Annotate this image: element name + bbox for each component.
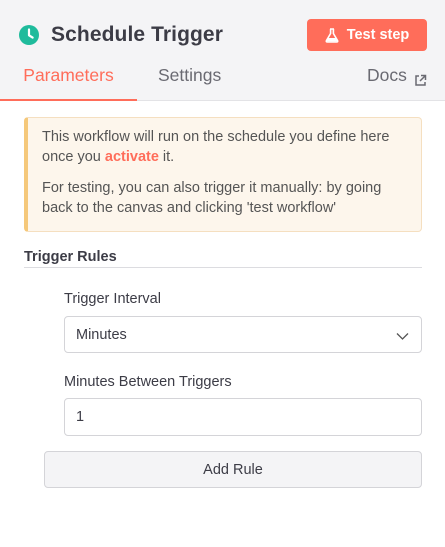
tab-settings[interactable]: Settings [158,65,221,101]
flask-icon [325,27,339,43]
trigger-interval-select[interactable]: Minutes [64,316,422,353]
tab-docs[interactable]: Docs [367,65,427,101]
title-row: Schedule Trigger [18,20,223,50]
tab-docs-label: Docs [367,65,407,85]
minutes-between-triggers-input[interactable] [64,398,422,436]
schedule-info-notice: This workflow will run on the schedule y… [24,117,422,232]
node-title[interactable]: Schedule Trigger [51,23,223,47]
external-link-icon [414,71,427,86]
tab-parameters[interactable]: Parameters [0,65,137,101]
test-step-label: Test step [346,27,410,43]
minutes-between-triggers-label: Minutes Between Triggers [64,374,232,390]
chevron-down-icon [396,329,409,340]
test-step-button[interactable]: Test step [307,19,427,51]
clock-icon [18,24,40,46]
section-title-trigger-rules: Trigger Rules [24,249,117,265]
add-rule-button[interactable]: Add Rule [44,451,422,488]
trigger-interval-label: Trigger Interval [64,291,161,307]
trigger-interval-value: Minutes [76,326,127,343]
notice-activate-text: This workflow will run on the schedule y… [42,129,390,165]
notice-testing-text: For testing, you can also trigger it man… [42,180,382,216]
activate-link[interactable]: activate [105,149,159,165]
tab-bar: Parameters Settings Docs [0,65,445,101]
node-panel-header: Schedule Trigger Test step Parameters Se… [0,0,445,101]
section-divider [24,267,422,268]
